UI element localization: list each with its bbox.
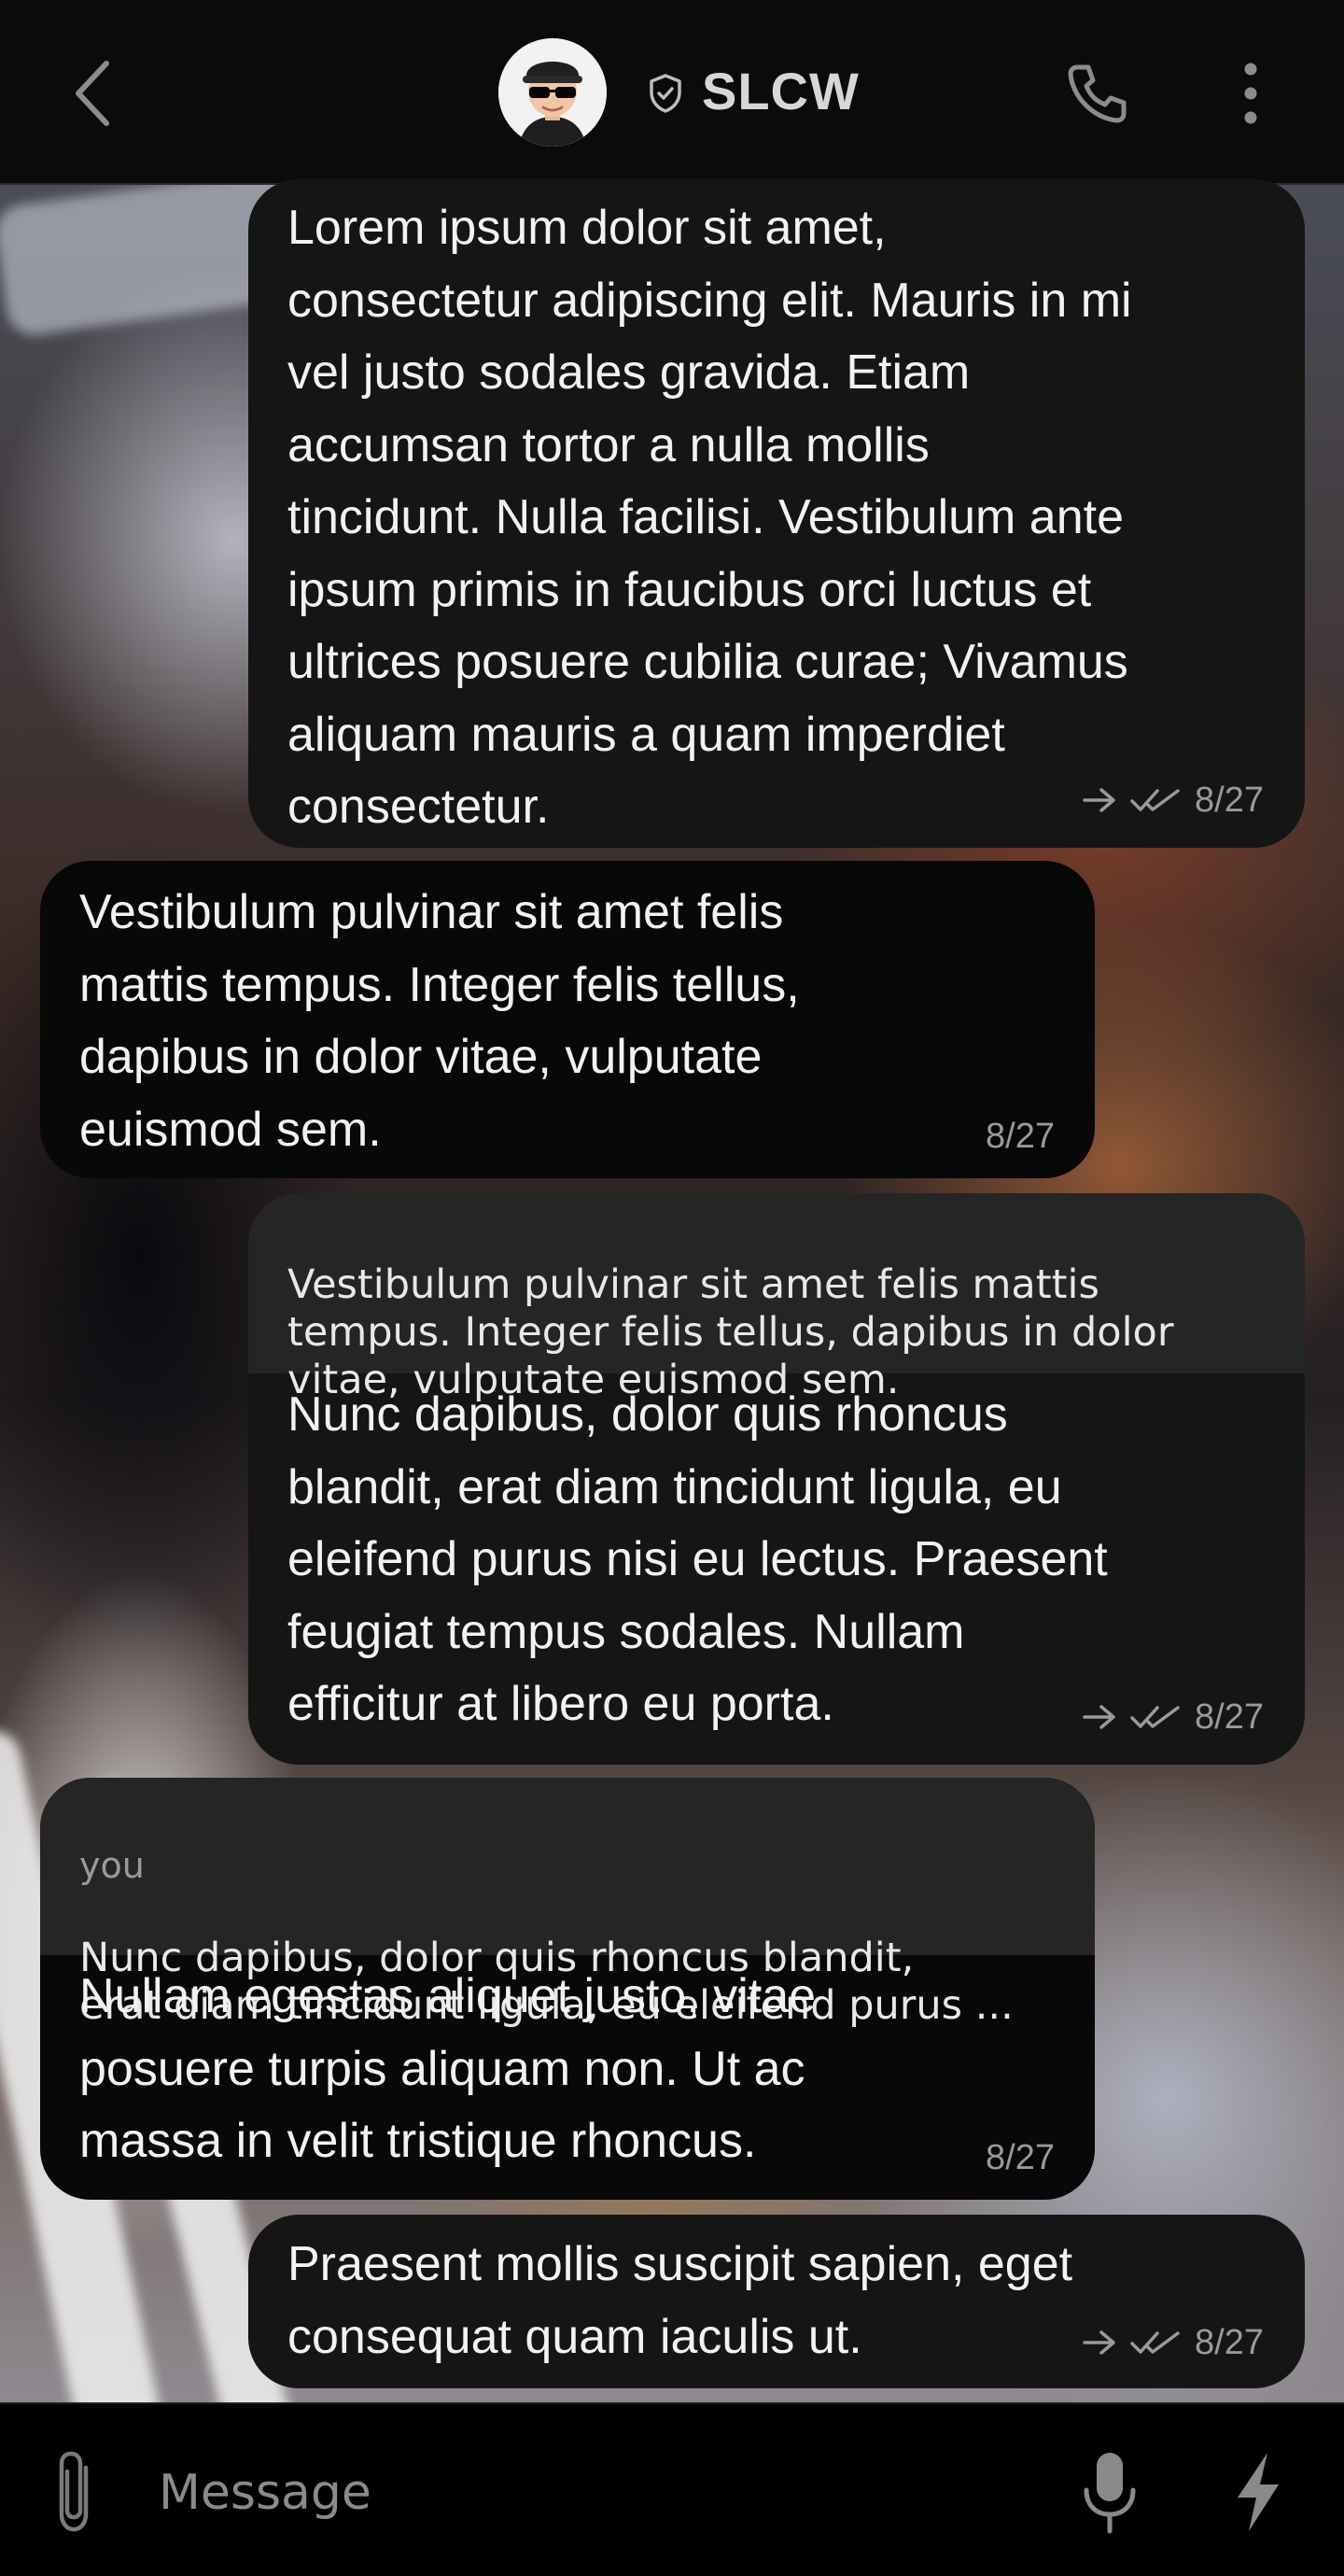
forward-arrow-icon xyxy=(1083,2330,1115,2355)
message-text: Nunc dapibus, dolor quis rhoncus blandit… xyxy=(287,1387,1108,1731)
message-text: Lorem ipsum dolor sit amet, consectetur … xyxy=(287,201,1132,834)
call-button[interactable] xyxy=(1064,60,1131,127)
message-date: 8/27 xyxy=(1195,781,1264,820)
message-meta: 8/27 xyxy=(986,1115,1055,1158)
more-options-button[interactable] xyxy=(1232,60,1269,127)
double-check-icon xyxy=(1130,1706,1180,1728)
more-vertical-icon xyxy=(1244,63,1257,124)
microphone-icon xyxy=(1084,2453,1136,2534)
message-meta: 8/27 xyxy=(1081,2321,1264,2364)
forward-arrow-icon xyxy=(1083,788,1115,812)
voice-record-button[interactable] xyxy=(1081,2449,1139,2535)
message-date: 8/27 xyxy=(986,1117,1055,1156)
chevron-left-icon xyxy=(76,61,109,126)
double-check-icon xyxy=(1130,789,1180,811)
message-input[interactable] xyxy=(157,2451,997,2535)
quick-action-button[interactable] xyxy=(1234,2451,1282,2533)
message-bubble-incoming[interactable]: you Nunc dapibus, dolor quis rhoncus bla… xyxy=(40,1778,1095,2200)
message-date: 8/27 xyxy=(986,2138,1055,2177)
message-composer xyxy=(0,2402,1344,2576)
double-check-icon xyxy=(1130,2331,1180,2354)
message-meta: 8/27 xyxy=(1081,779,1264,822)
message-date: 8/27 xyxy=(1195,1697,1264,1737)
memoji-avatar-icon xyxy=(498,38,607,147)
quoted-message[interactable]: Vestibulum pulvinar sit amet felis matti… xyxy=(248,1193,1305,1403)
contact-name[interactable]: SLCW xyxy=(702,58,860,125)
lightning-bolt-icon xyxy=(1238,2453,1279,2531)
quoted-author: you xyxy=(79,1845,145,1886)
message-bubble-incoming[interactable]: Vestibulum pulvinar sit amet felis matti… xyxy=(40,861,1095,1178)
back-button[interactable] xyxy=(58,54,133,133)
message-bubble-outgoing[interactable]: Vestibulum pulvinar sit amet felis matti… xyxy=(248,1193,1305,1765)
quoted-message[interactable]: you Nunc dapibus, dolor quis rhoncus bla… xyxy=(40,1778,1095,2029)
message-text: Vestibulum pulvinar sit amet felis matti… xyxy=(79,885,800,1157)
forward-arrow-icon xyxy=(1083,1705,1115,1729)
contact-avatar[interactable] xyxy=(498,38,607,147)
phone-icon xyxy=(1068,64,1127,123)
message-meta: 8/27 xyxy=(986,2136,1055,2179)
attach-button[interactable] xyxy=(49,2445,101,2539)
message-meta: 8/27 xyxy=(1081,1696,1264,1738)
paperclip-icon xyxy=(59,2451,89,2532)
chat-header: SLCW xyxy=(0,0,1344,185)
shield-check-icon xyxy=(647,73,684,114)
message-date: 8/27 xyxy=(1195,2323,1264,2362)
message-bubble-outgoing[interactable]: Lorem ipsum dolor sit amet, consectetur … xyxy=(248,179,1305,848)
